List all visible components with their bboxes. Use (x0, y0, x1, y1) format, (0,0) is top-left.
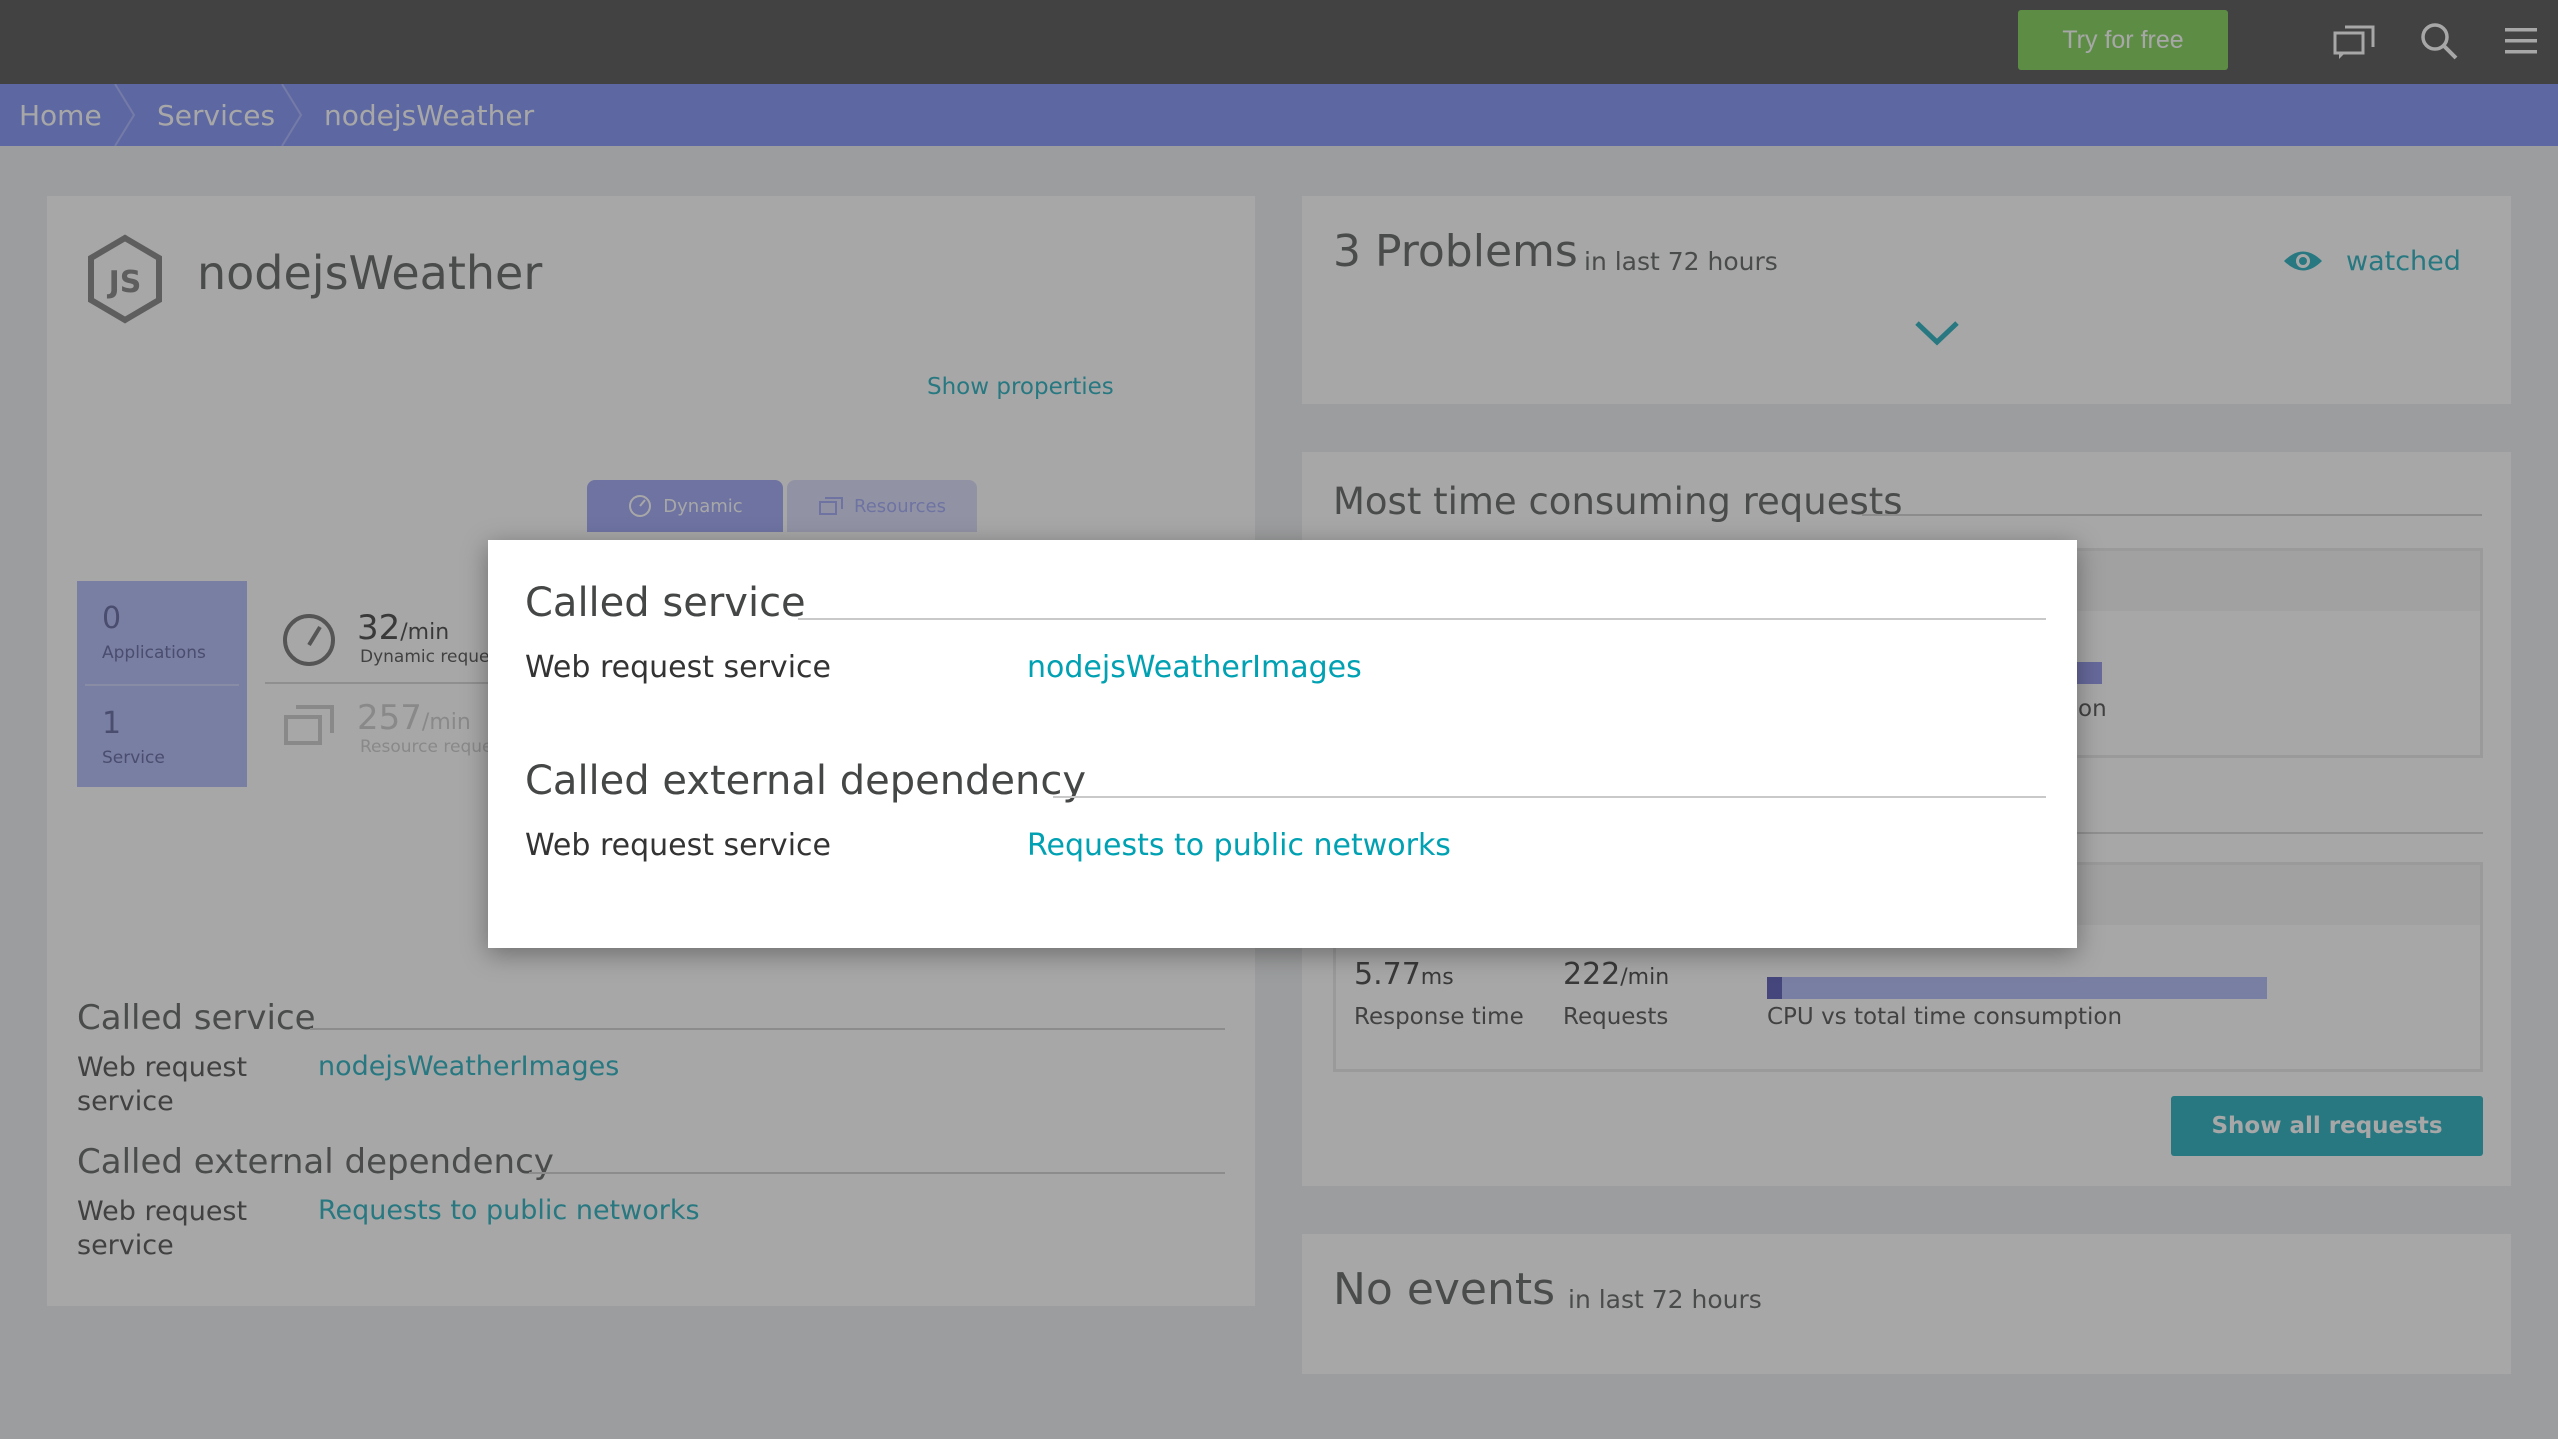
modal-external-type: Web request service (525, 828, 831, 863)
modal-called-service-type: Web request service (525, 650, 831, 685)
modal-external-link[interactable]: Requests to public networks (1027, 828, 1451, 863)
modal-external-heading: Called external dependency (525, 758, 1087, 804)
dependency-modal: Called service Web request service nodej… (488, 540, 2077, 948)
divider (798, 618, 2046, 620)
divider (1053, 796, 2046, 798)
modal-called-service-heading: Called service (525, 580, 806, 626)
modal-called-service-link[interactable]: nodejsWeatherImages (1027, 650, 1362, 685)
